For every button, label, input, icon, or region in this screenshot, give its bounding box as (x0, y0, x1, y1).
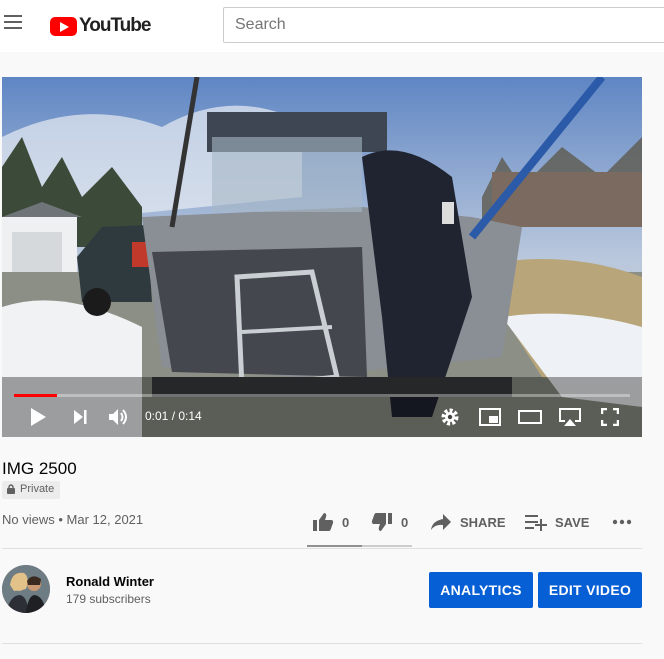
fullscreen-icon[interactable] (598, 403, 622, 431)
play-icon[interactable] (24, 403, 52, 431)
share-button[interactable]: SHARE (430, 506, 506, 538)
next-icon[interactable] (66, 403, 94, 431)
thumbs-down-icon (371, 513, 392, 531)
time-current: 0:01 (145, 409, 169, 423)
channel-avatar[interactable] (2, 565, 50, 613)
settings-icon[interactable] (438, 403, 462, 431)
video-player[interactable]: 0:01 / 0:14 (2, 77, 642, 437)
search-input[interactable] (223, 7, 664, 43)
sentiment-bar-fill (307, 545, 362, 547)
sentiment-bar (307, 545, 412, 547)
more-actions-icon[interactable] (612, 506, 632, 538)
progress-bar-fill (14, 394, 58, 397)
progress-bar[interactable] (14, 394, 630, 397)
video-title: IMG 2500 (2, 459, 77, 478)
divider (2, 548, 642, 549)
time-total: 0:14 (178, 409, 202, 423)
video-frame (2, 77, 642, 437)
youtube-play-logo-icon (50, 16, 77, 36)
upload-date: Mar 12, 2021 (66, 512, 144, 527)
time-display: 0:01 / 0:14 (145, 409, 202, 423)
volume-icon[interactable] (105, 403, 133, 431)
dislike-count: 0 (401, 514, 409, 530)
masthead: YouTube (0, 0, 664, 52)
edit-video-button[interactable]: EDIT VIDEO (538, 572, 642, 608)
youtube-logo[interactable]: YouTube (50, 15, 151, 37)
logo-text: YouTube (79, 15, 151, 36)
theater-icon[interactable] (516, 403, 544, 431)
divider (2, 643, 642, 644)
hamburger-menu-icon[interactable] (4, 15, 24, 31)
privacy-badge: Private (2, 481, 61, 499)
subscriber-count: 179 subscribers (66, 592, 151, 606)
channel-name[interactable]: Ronald Winter (66, 574, 154, 589)
save-button[interactable]: SAVE (525, 506, 589, 538)
like-count: 0 (342, 514, 350, 530)
dislike-button[interactable]: 0 (371, 506, 408, 538)
time-separator: / (168, 409, 179, 423)
save-label: SAVE (555, 514, 590, 530)
share-label: SHARE (460, 514, 506, 530)
analytics-button[interactable]: ANALYTICS (429, 572, 533, 608)
view-count: No views (2, 512, 55, 527)
thumbs-up-icon (313, 513, 334, 531)
share-icon (431, 514, 451, 530)
privacy-label: Private (20, 483, 55, 495)
miniplayer-icon[interactable] (477, 403, 503, 431)
meta-separator: • (54, 512, 67, 527)
like-button[interactable]: 0 (312, 506, 349, 538)
airplay-icon[interactable] (556, 403, 584, 431)
lock-icon (7, 484, 15, 494)
playlist-add-icon (525, 515, 547, 531)
video-meta: No views • Mar 12, 2021 (2, 512, 143, 527)
